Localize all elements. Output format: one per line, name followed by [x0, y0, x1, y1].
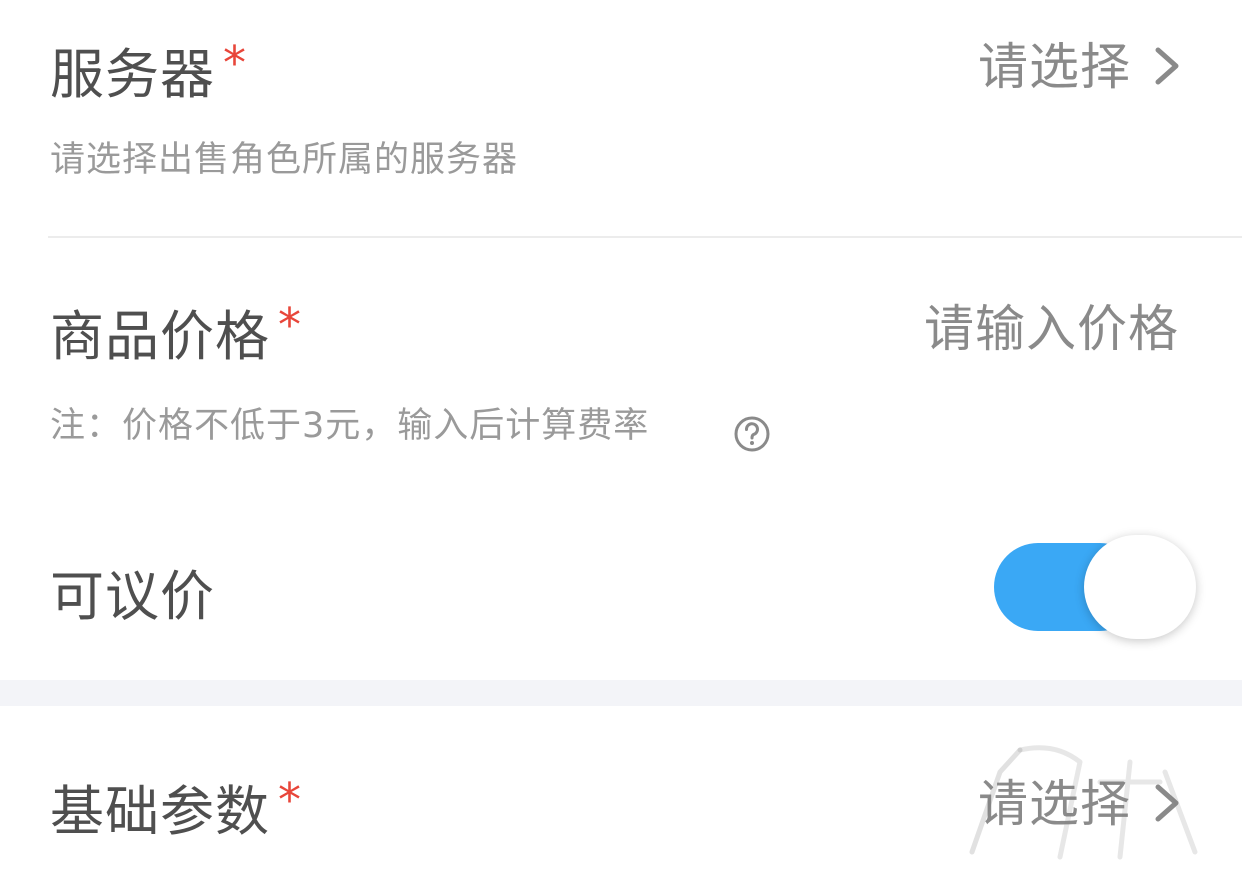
price-input[interactable]: 请输入价格 [924, 304, 1179, 354]
required-mark: * [278, 773, 302, 827]
params-label: 基础参数 [50, 780, 270, 843]
negotiable-label: 可议价 [50, 565, 215, 628]
server-hint: 请选择出售角色所属的服务器 [50, 140, 519, 180]
sell-form: 服务器 * 请选择 请选择出售角色所属的服务器 商品价格 * 请输入价格 注：价格不… [0, 0, 1242, 888]
price-label: 商品价格 [50, 305, 270, 368]
required-mark: * [278, 298, 302, 352]
server-label-row: 服务器 * [50, 40, 247, 102]
divider [48, 236, 1242, 238]
params-select[interactable]: 请选择 [978, 779, 1131, 829]
toggle-knob [1084, 535, 1196, 639]
chevron-right-icon[interactable] [1144, 44, 1188, 88]
params-label-row: 基础参数 * [50, 777, 302, 839]
section-separator [0, 680, 1242, 706]
server-select[interactable]: 请选择 [978, 42, 1131, 92]
server-label: 服务器 [50, 43, 215, 106]
negotiable-toggle[interactable] [994, 535, 1200, 639]
price-hint: 注：价格不低于3元，输入后计算费率 [50, 406, 650, 446]
question-circle-icon[interactable] [732, 414, 772, 454]
required-mark: * [223, 36, 247, 90]
chevron-right-icon[interactable] [1144, 781, 1188, 825]
price-label-row: 商品价格 * [50, 302, 302, 364]
